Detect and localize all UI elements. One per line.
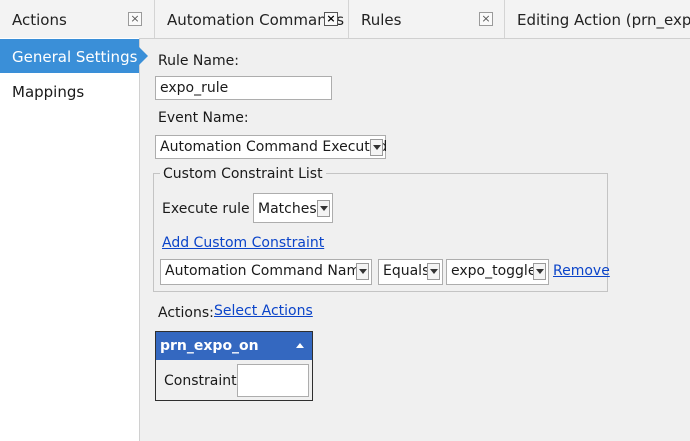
sidebar-item-label: Mappings xyxy=(12,83,85,101)
chevron-down-icon[interactable] xyxy=(356,263,369,280)
match-mode-select[interactable]: Matches xyxy=(253,193,333,223)
rule-name-label: Rule Name: xyxy=(158,53,239,69)
constraint-field-value: Automation Command Name xyxy=(165,263,369,279)
constraint-operator-value: Equals xyxy=(383,263,430,279)
constraint-field-select[interactable]: Automation Command Name xyxy=(160,259,372,285)
action-constraint-input[interactable] xyxy=(237,364,309,397)
add-custom-constraint-link[interactable]: Add Custom Constraint xyxy=(162,235,324,251)
select-actions-link[interactable]: Select Actions xyxy=(214,303,313,319)
event-name-label: Event Name: xyxy=(158,110,249,126)
remove-constraint-link[interactable]: Remove xyxy=(553,263,610,279)
sidebar-item-general-settings[interactable]: General Settings xyxy=(0,39,148,73)
chevron-down-icon[interactable] xyxy=(317,200,330,217)
chevron-down-icon[interactable] xyxy=(533,263,546,280)
close-icon[interactable]: × xyxy=(128,12,142,26)
tab-rules[interactable]: Rules × xyxy=(349,0,505,38)
constraint-group-title: Custom Constraint List xyxy=(160,166,326,182)
tab-label: Editing Action (prn_expo_on) xyxy=(517,11,690,29)
chevron-down-icon[interactable] xyxy=(427,263,440,280)
tab-editing-action[interactable]: Editing Action (prn_expo_on) xyxy=(505,0,690,38)
action-item-name: prn_expo_on xyxy=(160,338,259,354)
match-mode-value: Matches xyxy=(258,201,317,217)
constraint-operator-select[interactable]: Equals xyxy=(378,259,443,285)
event-name-select[interactable]: Automation Command Executed xyxy=(155,135,388,159)
actions-label: Actions: xyxy=(158,305,214,321)
close-icon[interactable]: × xyxy=(324,12,338,26)
constraint-label: Constraint: xyxy=(164,373,242,389)
tab-label: Rules xyxy=(361,11,402,29)
constraint-value-value: expo_toggle xyxy=(451,263,537,279)
sidebar-item-label: General Settings xyxy=(12,48,138,66)
sidebar: General Settings Mappings xyxy=(0,38,148,441)
sidebar-item-mappings[interactable]: Mappings xyxy=(0,74,139,108)
tab-actions[interactable]: Actions × xyxy=(0,0,155,38)
event-name-value: Automation Command Executed xyxy=(160,139,388,155)
rule-name-input[interactable]: expo_rule xyxy=(155,76,332,100)
chevron-up-icon[interactable] xyxy=(296,343,304,348)
tab-label: Actions xyxy=(12,11,67,29)
chevron-down-icon[interactable] xyxy=(370,139,383,156)
execute-rule-label: Execute rule if xyxy=(162,201,263,217)
action-item-header[interactable]: prn_expo_on xyxy=(156,332,312,360)
constraint-value-select[interactable]: expo_toggle xyxy=(446,259,549,285)
tab-automation-commands[interactable]: Automation Commands × xyxy=(155,0,349,38)
tab-bar: Actions × Automation Commands × Rules × … xyxy=(0,0,690,39)
close-icon[interactable]: × xyxy=(479,12,493,26)
action-item-panel: prn_expo_on Constraint: xyxy=(155,331,313,401)
tab-label: Automation Commands xyxy=(167,11,345,29)
